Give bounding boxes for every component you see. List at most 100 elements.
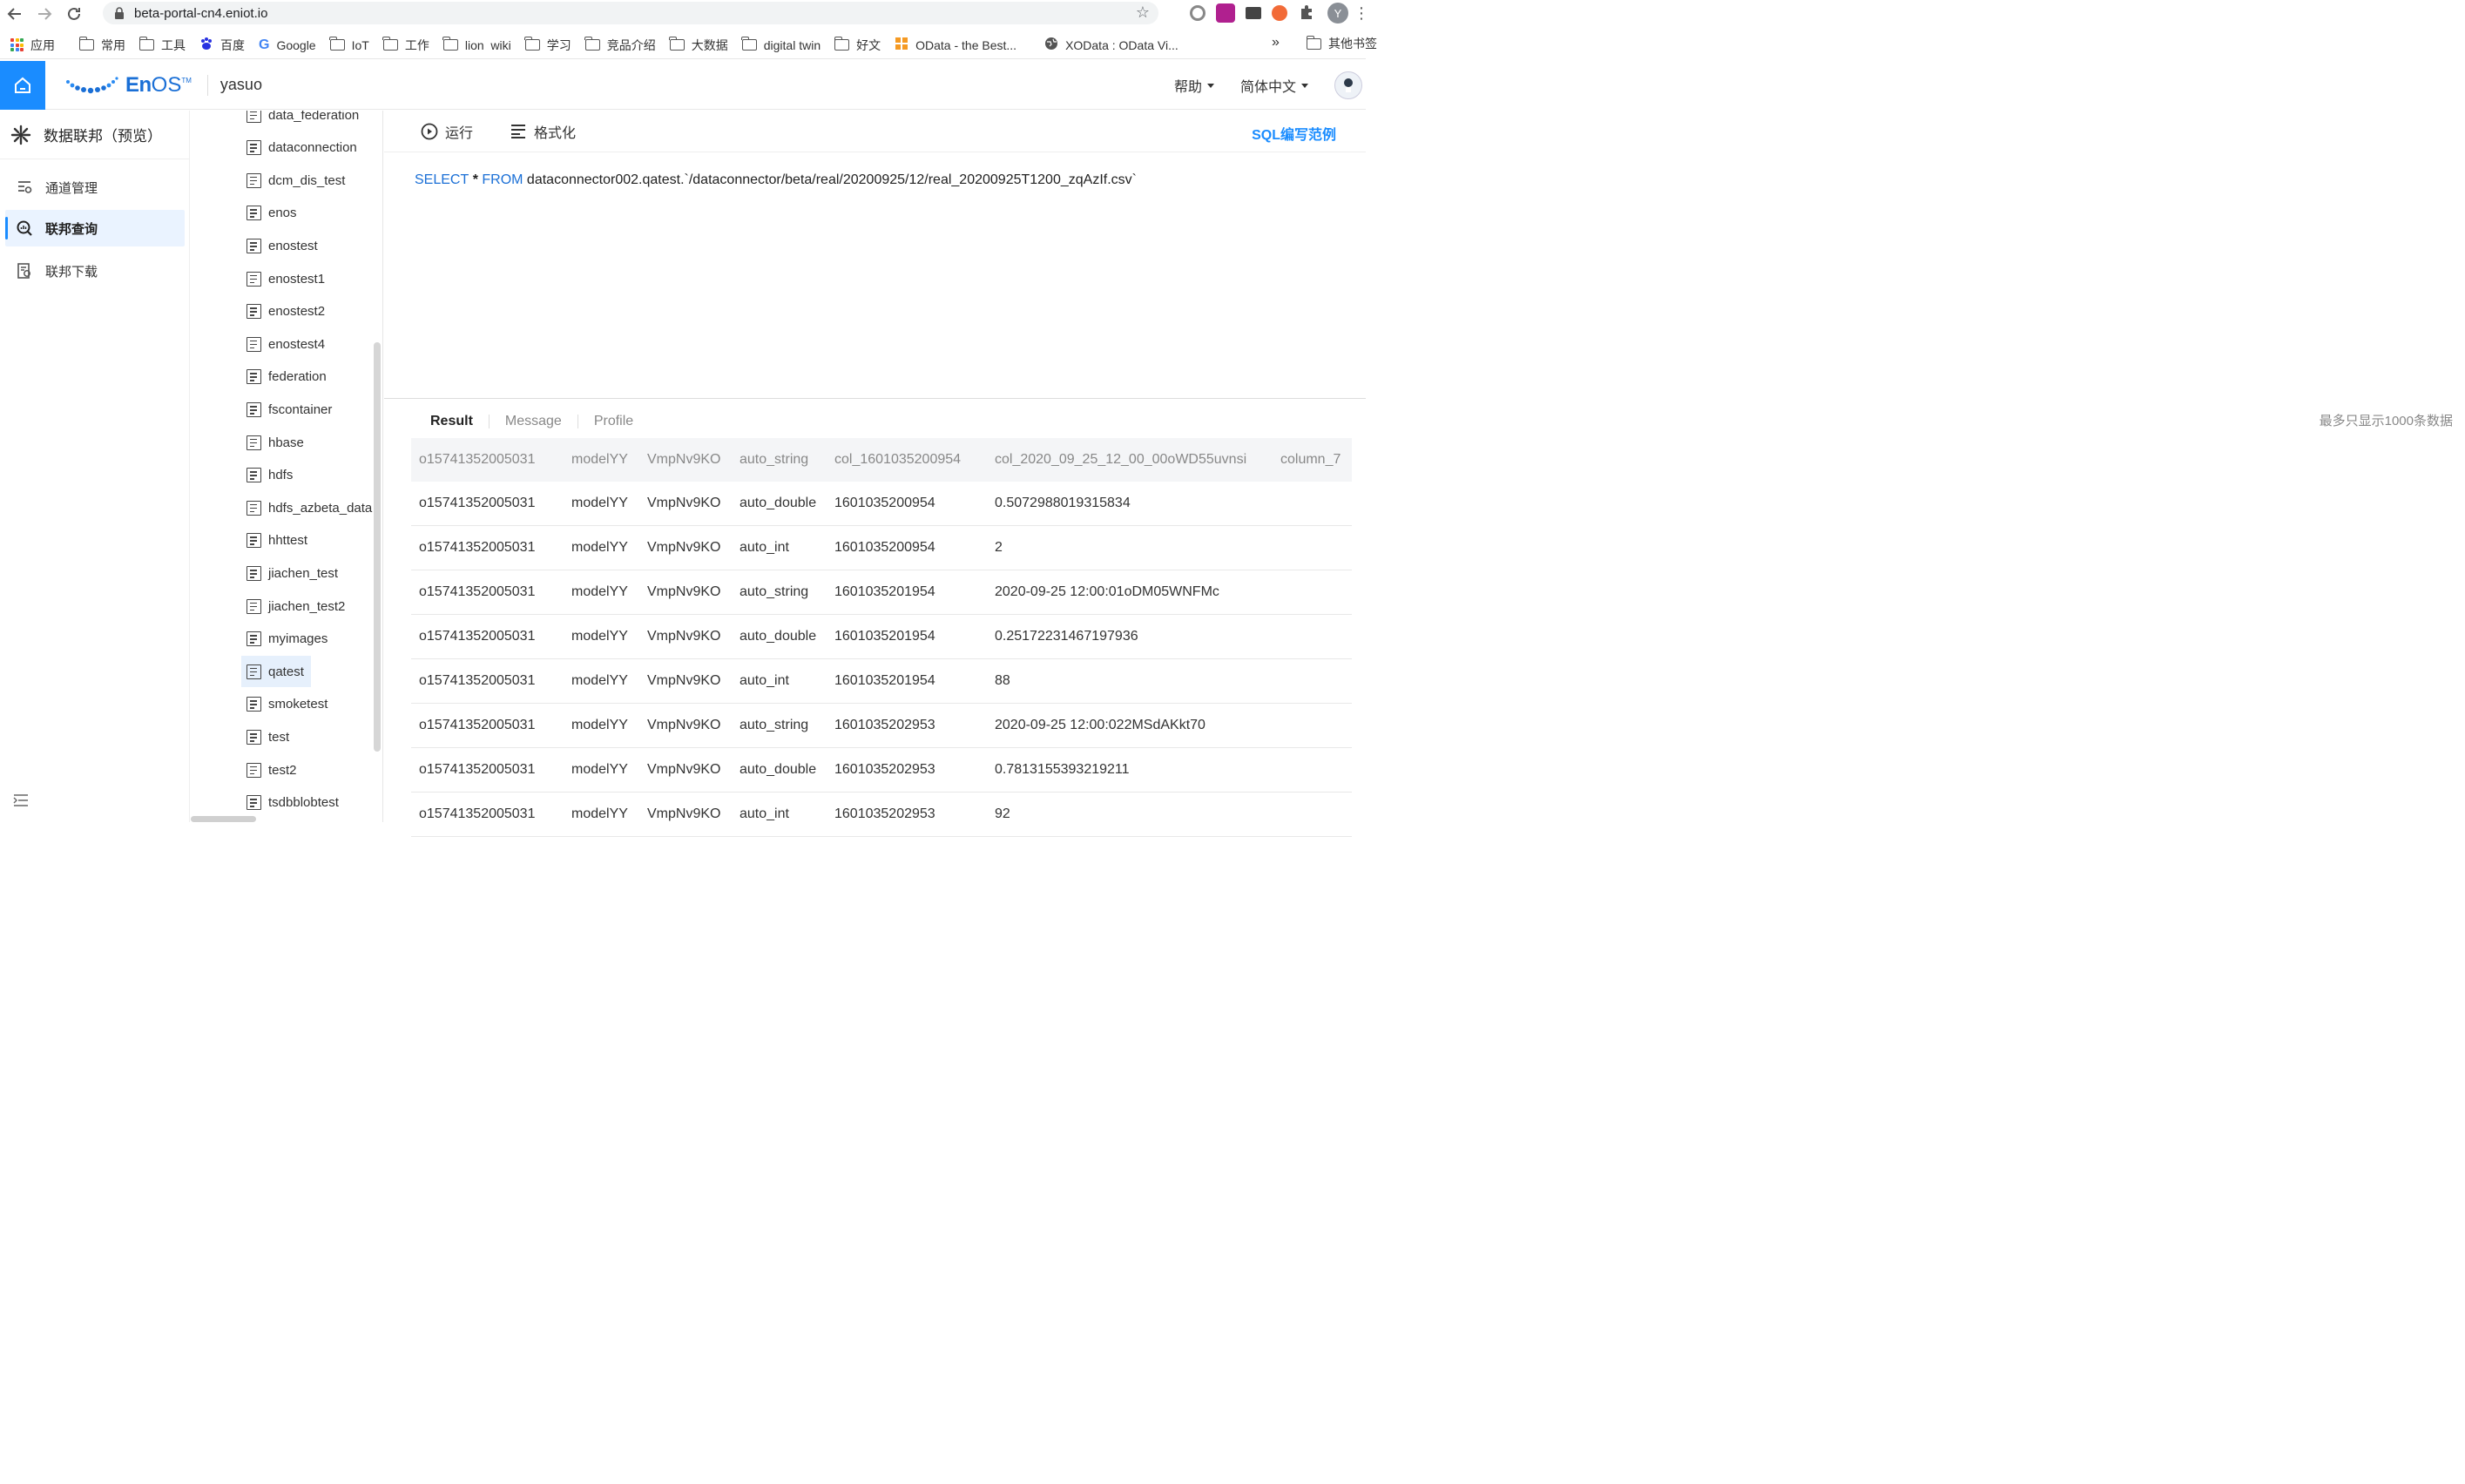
organization-name[interactable]: yasuo <box>220 76 262 94</box>
bookmark-folder-lion-wiki[interactable]: lion wiki <box>436 33 518 57</box>
sidebar-item-federated-download[interactable]: 联邦下载 <box>5 253 185 289</box>
extension-camera-icon[interactable] <box>1246 7 1261 19</box>
tab-profile[interactable]: Profile <box>577 415 649 428</box>
tree-item-table[interactable]: hdfs_azbeta_data <box>241 492 379 523</box>
bookmark-xodata[interactable]: XOData : OData Vi... <box>1037 33 1185 57</box>
bookmark-folder-common[interactable]: 常用 <box>72 33 132 57</box>
tree-item-table[interactable]: data_federation <box>241 111 366 131</box>
tree-item-table[interactable]: hhttest <box>241 525 314 556</box>
tree-item-table[interactable]: fscontainer <box>241 394 339 425</box>
bookmark-folder-work[interactable]: 工作 <box>376 33 436 57</box>
tree-item-table[interactable]: hdfs <box>241 460 300 491</box>
tree-item-table[interactable]: federation <box>241 361 334 393</box>
tree-item-table[interactable]: qatest <box>241 656 311 688</box>
bookmark-folder-iot[interactable]: IoT <box>323 33 376 57</box>
bookmark-folder-bigdata[interactable]: 大数据 <box>663 33 735 57</box>
bookmark-folder-competitors[interactable]: 竞品介绍 <box>578 33 663 57</box>
bookmark-folder-study[interactable]: 学习 <box>518 33 578 57</box>
tree-scrollbar[interactable] <box>374 342 381 752</box>
folder-icon <box>138 37 154 51</box>
tree-item-table[interactable]: test2 <box>241 754 304 786</box>
tab-result[interactable]: Result <box>411 415 489 428</box>
tree-item-table[interactable]: dataconnection <box>241 132 364 164</box>
tree-horizontal-scrollbar[interactable] <box>191 816 256 822</box>
extension-orange-icon[interactable] <box>1272 5 1287 21</box>
user-avatar[interactable] <box>1334 71 1362 99</box>
lock-icon <box>115 7 124 19</box>
tree-item-table[interactable]: tsdbblobtest <box>241 787 346 819</box>
tab-message[interactable]: Message <box>488 415 577 428</box>
table-cell: o15741352005031 <box>419 718 536 732</box>
sql-editor[interactable]: SELECT * FROM dataconnector002.qatest.`/… <box>384 153 1366 399</box>
browser-menu-icon[interactable]: ⋮ <box>1354 4 1369 23</box>
table-cell: VmpNv9KO <box>647 762 721 777</box>
sql-examples-link[interactable]: SQL编写范例 <box>1252 123 1336 144</box>
table-row: o15741352005031 modelYY VmpNv9KO auto_strin… <box>411 570 1352 615</box>
bookmarks-overflow-button[interactable]: » <box>1272 35 1280 51</box>
result-tabs: Result Message Profile <box>411 409 649 434</box>
profile-avatar[interactable]: Y <box>1327 3 1348 24</box>
tree-item-table[interactable]: dcm_dis_test <box>241 165 352 196</box>
collapse-menu-icon[interactable] <box>12 793 30 808</box>
run-button[interactable]: 运行 <box>421 121 473 142</box>
tree-item-label: test <box>268 729 290 745</box>
tree-item-table[interactable]: jiachen_test <box>241 557 345 589</box>
tree-item-table[interactable]: enostest <box>241 230 325 261</box>
bookmark-odata[interactable]: OData - the Best... <box>888 33 1023 57</box>
table-cell: o15741352005031 <box>419 584 536 599</box>
tree-item-table[interactable]: enos <box>241 198 304 229</box>
help-menu[interactable]: 帮助 <box>1174 75 1214 96</box>
bookmark-label: digital twin <box>763 37 821 52</box>
sidebar-item-federated-query[interactable]: 联邦查询 <box>5 210 185 246</box>
sidebar-item-channel-management[interactable]: 通道管理 <box>5 169 185 206</box>
table-icon <box>246 729 261 745</box>
address-bar[interactable]: beta-portal-cn4.eniot.io ☆ <box>103 2 1158 24</box>
bookmark-google[interactable]: G Google <box>252 33 323 57</box>
bookmark-folder-digital-twin[interactable]: digital twin <box>735 33 827 57</box>
tree-item-table[interactable]: jiachen_test2 <box>241 590 352 622</box>
folder-icon <box>382 37 398 51</box>
table-cell: auto_double <box>740 496 817 510</box>
tree-item-table[interactable]: test <box>241 721 296 752</box>
bookmark-apps[interactable]: 应用 <box>0 33 62 57</box>
tree-item-table[interactable]: enostest2 <box>241 296 332 327</box>
back-icon[interactable] <box>0 1 30 27</box>
app-header: En OS TM yasuo 帮助 简体中文 <box>0 60 1366 110</box>
extension-circle-icon[interactable] <box>1190 5 1205 21</box>
bookmark-star-icon[interactable]: ☆ <box>1136 3 1150 22</box>
forward-icon[interactable] <box>30 1 59 27</box>
reload-icon[interactable] <box>59 1 89 27</box>
bookmark-label: 竞品介绍 <box>606 37 656 52</box>
tree-item-table[interactable]: enostest1 <box>241 263 332 294</box>
tree-item-label: smoketest <box>268 697 328 712</box>
tree-item-table[interactable]: hbase <box>241 427 311 458</box>
bookmark-baidu[interactable]: 百度 <box>192 33 252 57</box>
column-header: modelYY <box>571 452 628 467</box>
table-cell: VmpNv9KO <box>647 496 721 510</box>
tree-item-label: dcm_dis_test <box>268 172 346 188</box>
bookmark-folder-tools[interactable]: 工具 <box>132 33 192 57</box>
extensions-puzzle-icon[interactable] <box>1298 3 1317 23</box>
table-cell: modelYY <box>571 718 628 732</box>
tree-item-table[interactable]: myimages <box>241 624 334 655</box>
tree-item-table[interactable]: enostest4 <box>241 328 332 360</box>
table-tree: data_federation dataconnection dcm_dis_tes… <box>191 111 383 822</box>
table-cell: 1601035201954 <box>834 629 935 644</box>
table-cell: modelYY <box>571 673 628 688</box>
language-menu[interactable]: 简体中文 <box>1240 75 1308 96</box>
tree-item-table[interactable]: smoketest <box>241 689 334 720</box>
home-button[interactable] <box>0 60 45 110</box>
tree-item-label: myimages <box>268 631 328 647</box>
format-button[interactable]: 格式化 <box>510 121 576 142</box>
table-icon <box>246 401 261 417</box>
bookmark-folder-articles[interactable]: 好文 <box>827 33 888 57</box>
tree-item-label: hdfs <box>268 468 294 483</box>
globe-icon <box>1044 37 1058 53</box>
table-cell: modelYY <box>571 629 628 644</box>
bookmark-label: 百度 <box>220 37 245 52</box>
result-limit-note: 最多只显示1000条数据 <box>2319 414 2453 428</box>
url-text: beta-portal-cn4.eniot.io <box>134 5 268 21</box>
bookmark-folder-other[interactable]: 其他书签 <box>1300 31 1384 56</box>
extension-rp-icon[interactable] <box>1216 3 1235 23</box>
table-cell: 1601035201954 <box>834 584 935 599</box>
